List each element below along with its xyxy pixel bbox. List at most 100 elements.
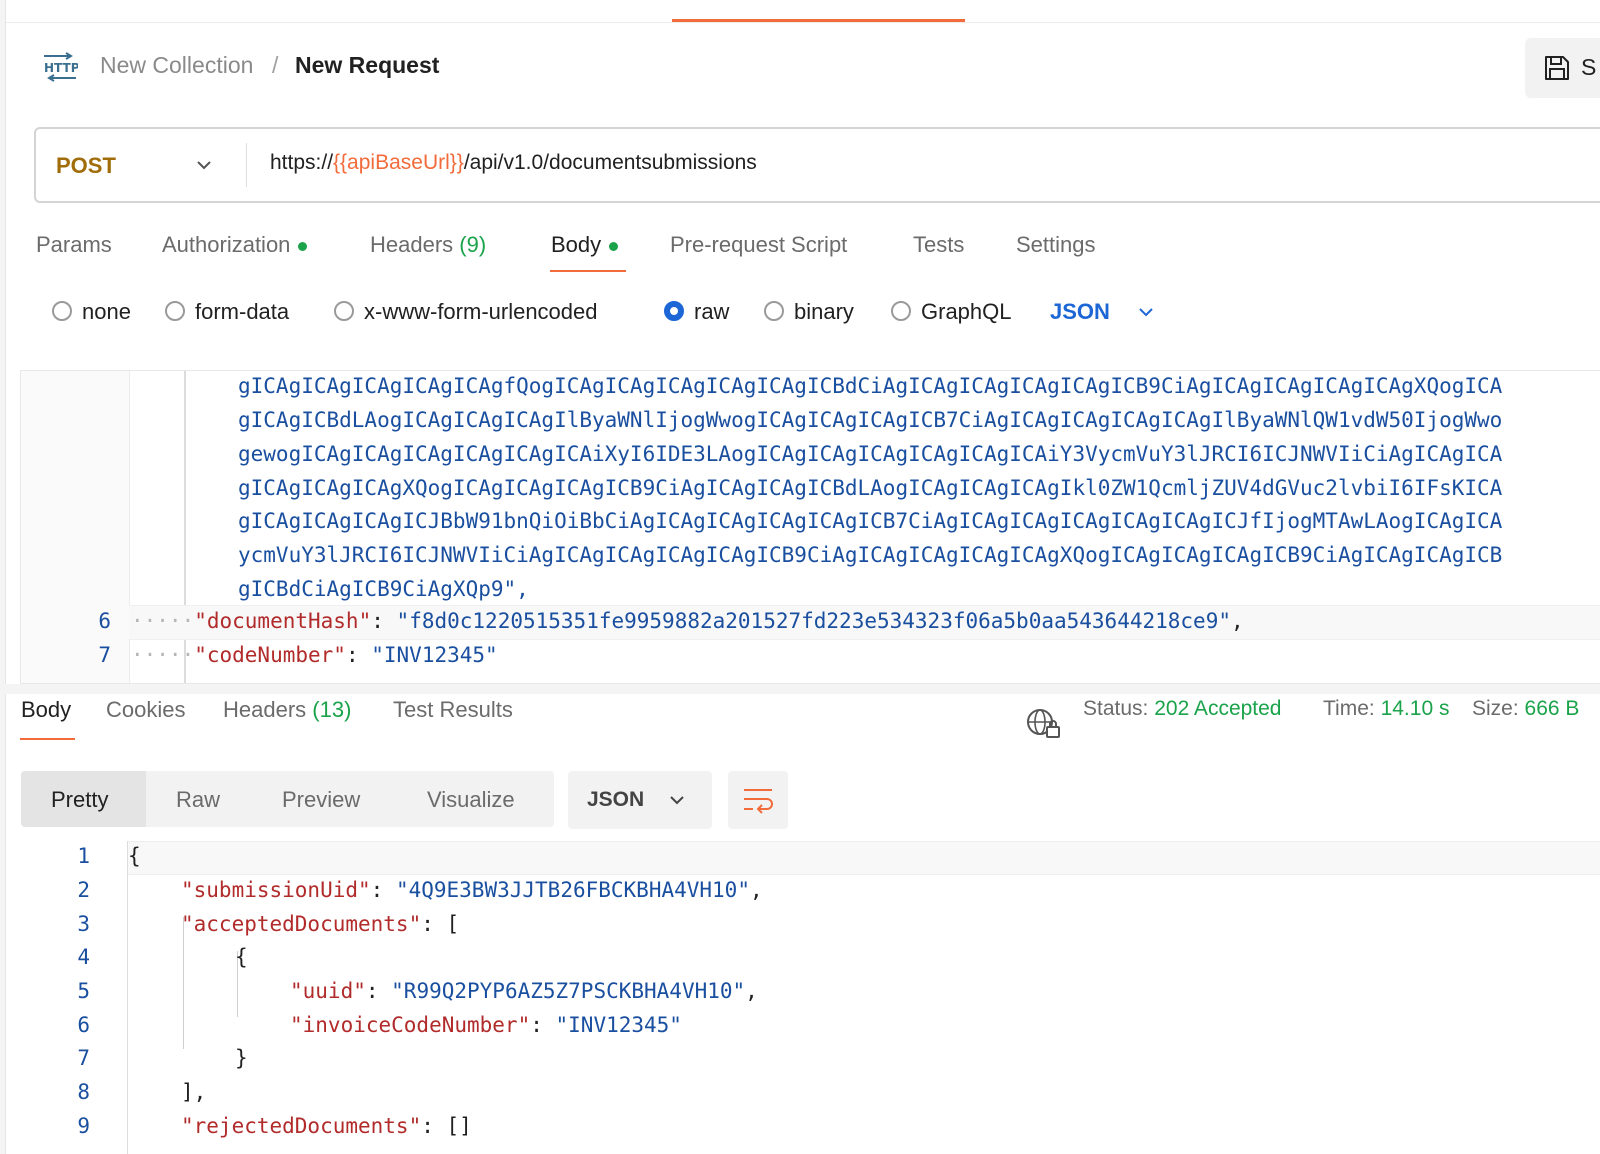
- tab-label: Headers: [370, 232, 454, 257]
- radio-icon: [334, 301, 354, 321]
- headers-count: (13): [312, 697, 352, 722]
- json-value: "f8d0c1220515351fe9959882a201527fd223e53…: [396, 609, 1231, 633]
- radio-selected-icon: [664, 301, 684, 321]
- code-line: ycmVuY3lJRCI6ICJNWVIiCiAgICAgICAgICAgICA…: [238, 543, 1503, 567]
- code-line: ],: [181, 1080, 207, 1104]
- view-pretty-label[interactable]: Pretty: [51, 787, 108, 813]
- breadcrumb-request-title[interactable]: New Request: [295, 52, 439, 79]
- breadcrumb-collection[interactable]: New Collection: [100, 52, 253, 79]
- url-input[interactable]: https://{{apiBaseUrl}}/api/v1.0/document…: [270, 151, 757, 175]
- tab-label: Headers: [223, 697, 307, 722]
- method-dropdown[interactable]: POST: [36, 129, 246, 201]
- save-icon: [1545, 56, 1569, 80]
- chevron-down-icon[interactable]: [1137, 303, 1155, 321]
- tab-params[interactable]: Params: [36, 232, 112, 258]
- tab-headers[interactable]: Headers (9): [370, 232, 486, 258]
- response-format-dropdown[interactable]: JSON: [568, 771, 712, 829]
- code-line: gICAgICAgICAgXQogICAgICAgICAgICB9CiAgICA…: [238, 476, 1503, 500]
- body-format-dropdown[interactable]: JSON: [1050, 297, 1110, 327]
- line-number: 7: [98, 643, 111, 667]
- view-mode-group: Pretty Raw Preview Visualize: [21, 771, 554, 827]
- line-highlight: [128, 841, 1600, 875]
- breadcrumb-separator: /: [272, 52, 279, 78]
- code-line: gICAgICBdLAogICAgICAgICAgIlByaWNlIjogWwo…: [238, 408, 1503, 432]
- json-punct: :: [371, 609, 384, 633]
- response-tab-body[interactable]: Body: [21, 697, 71, 723]
- radio-label: none: [82, 299, 131, 324]
- json-punct: :: [345, 643, 359, 667]
- tab-label: Pre-request Script: [670, 232, 848, 257]
- json-punct: [: [446, 912, 460, 936]
- status-value: 202 Accepted: [1154, 697, 1282, 720]
- code-line: "invoiceCodeNumber": "INV12345": [290, 1013, 682, 1037]
- response-time: Time: 14.10 s: [1323, 697, 1449, 721]
- json-value: "4Q9E3BW3JJTB26FBCKBHA4VH10": [395, 878, 750, 902]
- chevron-down-icon: [197, 161, 211, 170]
- chevron-down-icon: [670, 796, 684, 805]
- url-prefix: https://: [270, 151, 334, 174]
- response-size: Size: 666 B: [1472, 697, 1579, 721]
- code-line: gICBdCiAgICB9CiAgXQp9",: [238, 577, 529, 601]
- tab-settings[interactable]: Settings: [1016, 232, 1096, 258]
- tab-tests[interactable]: Tests: [913, 232, 964, 258]
- response-tab-test-results[interactable]: Test Results: [393, 697, 513, 723]
- json-value: "INV12345": [555, 1013, 682, 1037]
- http-icon: HTTP: [44, 52, 78, 82]
- view-raw-button[interactable]: Raw: [176, 787, 220, 813]
- status-dot: [609, 241, 619, 251]
- json-punct: ,: [749, 878, 763, 902]
- tab-pre-request-script[interactable]: Pre-request Script: [670, 232, 847, 258]
- json-punct: []: [446, 1114, 472, 1138]
- url-path: /api/v1.0/documentsubmissions: [463, 151, 757, 174]
- tab-body[interactable]: Body: [551, 232, 619, 258]
- pane-divider[interactable]: [0, 684, 1600, 694]
- radio-icon: [165, 301, 185, 321]
- globe-lock-icon[interactable]: [1025, 707, 1061, 739]
- radio-icon: [52, 301, 72, 321]
- response-tab-headers[interactable]: Headers (13): [223, 697, 351, 723]
- url-variable[interactable]: {{apiBaseUrl}}: [333, 151, 464, 174]
- code-line: "acceptedDocuments": [: [181, 912, 460, 936]
- code-line: "uuid": "R99Q2PYP6AZ5Z7PSCKBHA4VH10",: [290, 979, 758, 1003]
- wrap-lines-icon: [744, 789, 773, 814]
- radio-label: form-data: [195, 299, 290, 324]
- view-preview-button[interactable]: Preview: [282, 787, 360, 813]
- url-divider: [246, 143, 247, 187]
- json-value: "INV12345": [371, 643, 498, 667]
- response-format-label: JSON: [587, 788, 645, 811]
- tab-label: Tests: [913, 232, 965, 257]
- response-body-viewer[interactable]: 1 { 2 "submissionUid": "4Q9E3BW3JJTB26FB…: [0, 841, 1600, 1154]
- line-number: 4: [77, 945, 90, 969]
- json-punct: ,: [745, 979, 758, 1003]
- line-number: 1: [77, 844, 90, 868]
- size-label: Size:: [1472, 697, 1519, 720]
- save-button[interactable]: S: [1525, 38, 1600, 98]
- whitespace-dots: ·····: [131, 609, 195, 633]
- active-tab-indicator: [672, 19, 965, 22]
- response-tab-cookies[interactable]: Cookies: [106, 697, 185, 723]
- line-number: 5: [77, 979, 90, 1003]
- tab-label: Body: [551, 232, 602, 257]
- code-line: {: [128, 844, 141, 868]
- radio-label: binary: [794, 299, 854, 324]
- tab-label: Params: [36, 232, 112, 257]
- response-tab-underline: [20, 738, 75, 740]
- status-dot: [298, 241, 308, 251]
- view-visualize-button[interactable]: Visualize: [427, 787, 515, 813]
- json-key: "codeNumber": [194, 643, 346, 667]
- code-line: gICAgICAgICAgICAgICAgfQogICAgICAgICAgICA…: [238, 374, 1503, 398]
- line-number: 6: [77, 1013, 90, 1037]
- radio-label: x-www-form-urlencoded: [364, 299, 598, 324]
- time-label: Time:: [1323, 697, 1375, 720]
- tab-label: Test Results: [393, 697, 513, 722]
- method-label: POST: [56, 153, 116, 178]
- code-line: "submissionUid": "4Q9E3BW3JJTB26FBCKBHA4…: [181, 878, 763, 902]
- tab-authorization[interactable]: Authorization: [162, 232, 308, 258]
- code-line: gewogICAgICAgICAgICAgICAgICAiXyI6IDE3LAo…: [238, 442, 1503, 466]
- wrap-lines-button[interactable]: [728, 771, 788, 829]
- tab-label: Cookies: [106, 697, 186, 722]
- status-label: Status:: [1083, 697, 1149, 720]
- line-number: 8: [77, 1080, 90, 1104]
- request-body-editor[interactable]: gICAgICAgICAgICAgICAgfQogICAgICAgICAgICA…: [20, 370, 1600, 684]
- code-line: gICAgICAgICAgICJBbW91bnQiOiBbCiAgICAgICA…: [238, 509, 1503, 533]
